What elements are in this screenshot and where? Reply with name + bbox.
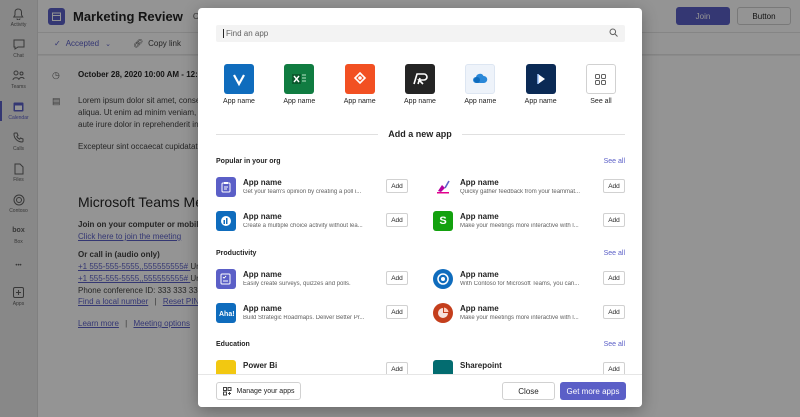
see-all-apps[interactable]: See all xyxy=(577,64,625,105)
app-description: Make your meetings more interactive with… xyxy=(460,223,579,229)
add-app-button[interactable]: Add xyxy=(386,179,408,193)
app-name: Power Bi xyxy=(243,361,278,370)
app-row[interactable]: App name With Contoso for Microsoft Team… xyxy=(433,269,625,293)
app-description: Make your meetings more interactive with… xyxy=(460,315,579,321)
featured-app-label: App name xyxy=(223,98,255,105)
featured-app-label: App name xyxy=(343,98,376,105)
app-row[interactable]: S App name Make your meetings more inter… xyxy=(433,211,625,235)
featured-app-label: App name xyxy=(404,98,436,105)
app-description: Create a multiple choice activity withou… xyxy=(243,223,363,229)
featured-app[interactable]: App name xyxy=(275,64,323,105)
add-app-button[interactable]: Add xyxy=(386,213,408,227)
search-icon[interactable] xyxy=(609,28,618,39)
app-search[interactable] xyxy=(216,25,625,42)
app-name: App name xyxy=(243,304,282,313)
paint-icon xyxy=(433,177,453,197)
grid-icon xyxy=(585,64,616,94)
add-app-button[interactable]: Add xyxy=(603,213,625,227)
featured-apps: App name App name App name App name App … xyxy=(215,64,625,105)
featured-app[interactable]: App name xyxy=(396,64,444,105)
add-new-app-heading: Add a new app xyxy=(198,129,642,139)
excel-icon xyxy=(284,64,315,94)
app-row[interactable]: App name Quicky gather feedback from you… xyxy=(433,177,625,201)
app-name: App name xyxy=(243,212,282,221)
manage-apps-label: Manage your apps xyxy=(236,387,295,395)
app-name: App name xyxy=(460,212,499,221)
featured-app[interactable]: App name xyxy=(456,64,504,105)
section-title-popular: Popular in your org xyxy=(216,158,281,165)
search-input[interactable] xyxy=(226,29,609,38)
featured-app[interactable]: App name xyxy=(215,64,263,105)
app-description: Easily create surveys, quizzes and polls… xyxy=(243,281,351,287)
section-title-productivity: Productivity xyxy=(216,250,257,257)
app-description: Quicky gather feedback from your teammat… xyxy=(460,189,581,195)
app-name: App name xyxy=(243,178,282,187)
add-app-button[interactable]: Add xyxy=(603,305,625,319)
aha-icon: Aha! xyxy=(216,303,236,323)
close-button[interactable]: Close xyxy=(502,382,555,400)
featured-app-label: App name xyxy=(464,98,497,105)
app-description: Get your team's opinion by creating a po… xyxy=(243,189,362,195)
add-app-button[interactable]: Add xyxy=(603,179,625,193)
featured-app-label: App name xyxy=(524,98,557,105)
powerpoint-icon xyxy=(433,303,453,323)
app-description: With Contoso for Microsoft Teams, you ca… xyxy=(460,281,580,287)
dialog-footer: Manage your apps Close Get more apps xyxy=(198,374,642,407)
featured-app-label: App name xyxy=(283,98,316,105)
r-logo-icon xyxy=(404,64,435,94)
app-row[interactable]: App name Create a multiple choice activi… xyxy=(216,211,408,235)
cloud-icon xyxy=(465,64,496,94)
app-name: App name xyxy=(460,304,499,313)
section-title-education: Education xyxy=(216,341,250,348)
contoso-circle-icon xyxy=(433,269,453,289)
add-new-app-label: Add a new app xyxy=(378,129,462,139)
see-all-link[interactable]: See all xyxy=(604,250,625,257)
app-name: App name xyxy=(460,178,499,187)
power-automate-icon xyxy=(344,64,375,94)
text-caret xyxy=(223,29,224,38)
app-row[interactable]: App name Make your meetings more interac… xyxy=(433,303,625,327)
manage-apps-icon xyxy=(222,386,232,396)
app-picker-dialog: App name App name App name App name App … xyxy=(198,8,642,407)
dynamics-icon xyxy=(525,64,556,94)
viva-icon xyxy=(224,64,254,94)
see-all-link[interactable]: See all xyxy=(604,341,625,348)
see-all-link[interactable]: See all xyxy=(604,158,625,165)
app-row[interactable]: App name Easily create surveys, quizzes … xyxy=(216,269,408,293)
get-more-apps-button[interactable]: Get more apps xyxy=(560,382,626,400)
add-app-button[interactable]: Add xyxy=(386,305,408,319)
app-name: App name xyxy=(460,270,499,279)
clipboard-icon xyxy=(216,177,236,197)
app-description: Build Strategic Roadmaps. Deliver Better… xyxy=(243,315,365,321)
app-name: App name xyxy=(243,270,282,279)
featured-app[interactable]: App name xyxy=(336,64,384,105)
sway-icon: S xyxy=(433,211,453,231)
app-name: Sharepoint xyxy=(460,361,502,370)
featured-app[interactable]: App name xyxy=(517,64,565,105)
forms-icon xyxy=(216,269,236,289)
manage-apps-button[interactable]: Manage your apps xyxy=(216,382,301,400)
app-row[interactable]: Aha! App name Build Strategic Roadmaps. … xyxy=(216,303,408,327)
add-app-button[interactable]: Add xyxy=(386,271,408,285)
add-app-button[interactable]: Add xyxy=(603,271,625,285)
svg-text:Aha!: Aha! xyxy=(219,311,234,318)
pulse-icon xyxy=(216,211,236,231)
featured-app-label: See all xyxy=(590,98,612,105)
app-row[interactable]: App name Get your team's opinion by crea… xyxy=(216,177,408,201)
